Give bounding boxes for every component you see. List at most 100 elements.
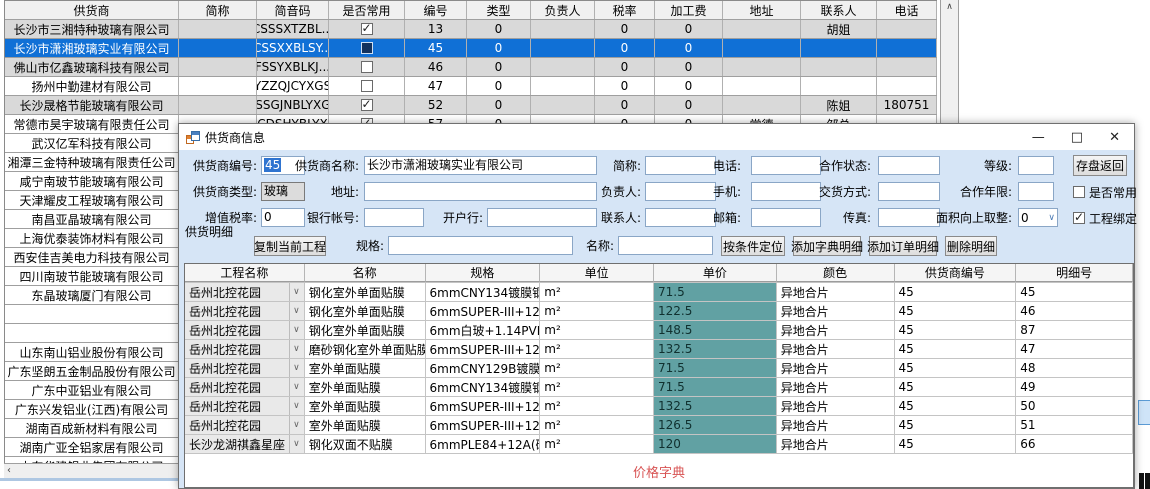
project-combo-cell[interactable]: 岳州北控花园∨ [185, 359, 305, 377]
minimize-icon[interactable]: — [1032, 131, 1045, 144]
grid-cell-name: 室外单面贴膜 [305, 378, 426, 396]
chevron-down-icon[interactable]: ∨ [289, 359, 300, 377]
list-item[interactable]: 南昌亚晶玻璃有限公司 [5, 210, 179, 229]
list-item[interactable]: 四川南玻节能玻璃有限公司 [5, 267, 179, 286]
common-checkbox[interactable] [361, 42, 373, 54]
chevron-down-icon[interactable]: ∨ [289, 340, 300, 358]
name-filter-field[interactable] [618, 236, 713, 255]
list-item[interactable]: 咸宁南玻节能玻璃有限公司 [5, 172, 179, 191]
address-field[interactable] [364, 182, 597, 201]
table-cell [329, 39, 405, 57]
list-item[interactable]: 山东南山铝业股份有限公司 [5, 343, 179, 362]
project-combo-cell[interactable]: 岳州北控花园∨ [185, 340, 305, 358]
common-checkbox[interactable] [361, 80, 373, 92]
list-item[interactable] [5, 324, 179, 343]
supplier-type-field[interactable]: 玻璃 [261, 182, 305, 201]
list-item[interactable]: 广东兴发铝业(江西)有限公司 [5, 400, 179, 419]
scroll-up-icon[interactable]: ∧ [941, 0, 958, 14]
spec-filter-field[interactable] [388, 236, 573, 255]
supplier-type-label: 供货商类型: [184, 182, 257, 202]
list-item[interactable]: 东晶玻璃厦门有限公司 [5, 286, 179, 305]
locate-button[interactable]: 按条件定位 [721, 236, 785, 256]
column-header: 联系人 [801, 1, 877, 19]
grid-row[interactable]: 岳州北控花园∨室外单面贴膜6mmCNY129B镀膜钢化m²71.5异地合片454… [185, 359, 1133, 378]
list-item[interactable]: 上海优泰装饰材料有限公司 [5, 229, 179, 248]
chevron-down-icon[interactable]: ∨ [289, 378, 300, 396]
table-row[interactable]: 佛山市亿鑫玻璃科技有限公司FSSYXBLKJ...46000 [5, 58, 937, 77]
project-combo-cell[interactable]: 岳州北控花园∨ [185, 283, 305, 301]
grid-row[interactable]: 岳州北控花园∨钢化室外单面贴膜6mmSUPER-III+12A(硅...m²12… [185, 302, 1133, 321]
table-cell: 常德市昊宇玻璃有限责任公司 [5, 115, 179, 133]
list-item[interactable]: 广东坚朗五金制品股份有限公司 [5, 362, 179, 381]
project-bind-checkbox[interactable]: 工程绑定 [1073, 208, 1137, 228]
spec-filter-label: 规格: [351, 236, 384, 256]
table-cell: 0 [467, 39, 531, 57]
list-item[interactable]: 武汉亿军科技有限公司 [5, 134, 179, 153]
coop-years-field[interactable] [1018, 182, 1054, 201]
coop-status-field[interactable] [878, 156, 940, 175]
common-checkbox[interactable] [361, 99, 373, 111]
bank-field[interactable] [487, 208, 597, 227]
maximize-icon[interactable]: □ [1071, 131, 1083, 144]
delivery-field[interactable] [878, 182, 940, 201]
bank-account-field[interactable] [364, 208, 424, 227]
table-row[interactable]: 长沙晟格节能玻璃有限公司CSSGJNBLYXGS52000陈姐180751 [5, 96, 937, 115]
grid-row[interactable]: 岳州北控花园∨室外单面贴膜6mmSUPER-III+12A(硅...m²126.… [185, 416, 1133, 435]
list-item[interactable]: 湘潭三金特种玻璃有限责任公司 [5, 153, 179, 172]
common-checkbox[interactable] [361, 23, 373, 35]
chevron-down-icon[interactable]: ∨ [289, 283, 300, 301]
email-field[interactable] [751, 208, 821, 227]
common-use-checkbox[interactable]: 是否常用 [1073, 182, 1137, 202]
column-header: 地址 [723, 1, 801, 19]
project-combo-cell[interactable]: 岳州北控花园∨ [185, 416, 305, 434]
list-item[interactable]: 湖南广亚全铝家居有限公司 [5, 438, 179, 457]
dialog-titlebar[interactable]: 供货商信息 — □ ✕ [179, 124, 1134, 150]
supplier-name-field[interactable]: 长沙市潇湘玻璃实业有限公司 [364, 156, 597, 175]
grid-cell-unit: m² [540, 340, 654, 358]
list-item[interactable] [5, 305, 179, 324]
grade-field[interactable] [1018, 156, 1054, 175]
close-icon[interactable]: ✕ [1109, 131, 1120, 144]
checkbox-box[interactable] [1073, 186, 1085, 198]
scroll-left-icon[interactable]: ‹ [7, 465, 11, 477]
project-combo-cell[interactable]: 岳州北控花园∨ [185, 378, 305, 396]
grid-row[interactable]: 岳州北控花园∨钢化室外单面贴膜6mm白玻+1.14PVB+6mm...m²148… [185, 321, 1133, 340]
list-item[interactable]: 天津耀皮工程玻璃有限公司 [5, 191, 179, 210]
chevron-down-icon[interactable]: ∨ [289, 397, 300, 415]
grid-row[interactable]: 岳州北控花园∨室外单面贴膜6mmSUPER-III+12A(硅...m²132.… [185, 397, 1133, 416]
add-dict-detail-button[interactable]: 添加字典明细 [793, 236, 861, 256]
chevron-down-icon[interactable]: ∨ [289, 321, 300, 339]
project-combo-cell[interactable]: 岳州北控花园∨ [185, 321, 305, 339]
save-return-button[interactable]: 存盘返回 [1073, 155, 1127, 176]
project-combo-cell[interactable]: 长沙龙湖祺鑫星座∨ [185, 435, 305, 453]
project-combo-cell[interactable]: 岳州北控花园∨ [185, 302, 305, 320]
table-vertical-scrollbar[interactable]: ∧ [940, 0, 959, 130]
grid-cell-spec: 6mmSUPER-III+12A(硅... [426, 302, 541, 320]
area-round-combo[interactable]: 0 ∨ [1018, 208, 1058, 227]
chevron-down-icon[interactable]: ∨ [289, 416, 300, 434]
grid-cell-price: 71.5 [654, 283, 777, 301]
grid-row[interactable]: 长沙龙湖祺鑫星座∨钢化双面不贴膜6mmPLE84+12A(硅酮胶...m²120… [185, 435, 1133, 454]
chevron-down-icon[interactable]: ∨ [289, 302, 300, 320]
list-item[interactable]: 西安佳吉美电力科技有限公司 [5, 248, 179, 267]
grid-cell-price: 126.5 [654, 416, 777, 434]
delete-detail-button[interactable]: 删除明细 [945, 236, 997, 256]
table-row[interactable]: 长沙市潇湘玻璃实业有限公司CSSXXBLSY...45000 [5, 39, 937, 58]
grade-label: 等级: [972, 156, 1012, 176]
table-row[interactable]: 长沙市三湘特种玻璃有限公司CSSSXTZBL...13000胡姐 [5, 20, 937, 39]
chevron-down-icon[interactable]: ∨ [289, 435, 300, 453]
project-combo-cell[interactable]: 岳州北控花园∨ [185, 397, 305, 415]
table-cell [531, 77, 595, 95]
grid-row[interactable]: 岳州北控花园∨钢化室外单面贴膜6mmCNY134镀膜钢化m²71.5异地合片45… [185, 283, 1133, 302]
add-order-detail-button[interactable]: 添加订单明细 [869, 236, 937, 256]
grid-row[interactable]: 岳州北控花园∨磨砂钢化室外单面贴膜6mmSUPER-III+12A(硅...m²… [185, 340, 1133, 359]
table-row[interactable]: 扬州中勤建材有限公司YZZQJCYXGS47000 [5, 77, 937, 96]
table-horizontal-scrollbar[interactable]: ‹ [4, 463, 178, 479]
copy-project-button[interactable]: 复制当前工程 [254, 236, 326, 256]
list-item[interactable]: 湖南百成新材料有限公司 [5, 419, 179, 438]
common-checkbox[interactable] [361, 61, 373, 73]
grid-row[interactable]: 岳州北控花园∨室外单面贴膜6mmCNY134镀膜钢化m²71.5异地合片4549 [185, 378, 1133, 397]
list-item[interactable]: 广东中亚铝业有限公司 [5, 381, 179, 400]
checkbox-box[interactable] [1073, 212, 1085, 224]
detail-grid: 工程名称名称规格单位单价颜色供货商编号明细号 岳州北控花园∨钢化室外单面贴膜6m… [184, 263, 1134, 488]
